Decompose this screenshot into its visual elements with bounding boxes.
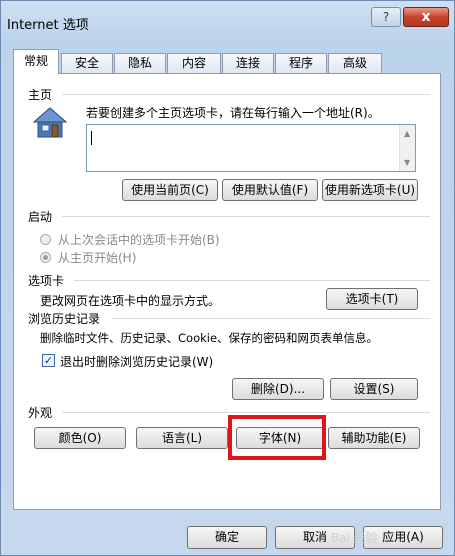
scrollbar[interactable]: ▲ ▼ <box>399 125 415 171</box>
languages-button[interactable]: 语言(L) <box>136 427 228 449</box>
startup-home-page-label: 从主页开始(H) <box>58 251 137 265</box>
startup-last-session-label: 从上次会话中的选项卡开始(B) <box>58 233 220 247</box>
tab-privacy[interactable]: 隐私 <box>114 53 166 73</box>
colors-button[interactable]: 颜色(O) <box>34 427 126 449</box>
window-title: Internet 选项 <box>7 18 89 33</box>
use-default-button[interactable]: 使用默认值(F) <box>222 179 318 201</box>
tab-content[interactable]: 内容 <box>167 53 221 73</box>
watermark: Bai 经验 <box>331 531 378 545</box>
delete-history-button[interactable]: 删除(D)... <box>232 378 324 400</box>
close-button[interactable]: x <box>403 7 449 27</box>
help-button[interactable]: ? <box>371 7 401 27</box>
tabs-description: 更改网页在选项卡中的显示方式。 <box>40 294 221 308</box>
tab-advanced[interactable]: 高级 <box>328 53 382 73</box>
title-bar[interactable]: Internet 选项 ? x <box>1 1 454 41</box>
startup-section-label: 启动 <box>28 210 53 224</box>
history-section-label: 浏览历史记录 <box>28 312 101 326</box>
home-page-address-input[interactable]: ▲ ▼ <box>86 124 416 172</box>
tab-connections[interactable]: 连接 <box>222 53 274 73</box>
divider <box>62 216 430 217</box>
use-new-tab-button[interactable]: 使用新选项卡(U) <box>322 179 418 201</box>
delete-on-exit-label: 退出时删除浏览历史记录(W) <box>60 355 214 369</box>
ok-button[interactable]: 确定 <box>187 526 267 549</box>
tab-security[interactable]: 安全 <box>61 53 113 73</box>
home-page-section-label: 主页 <box>28 88 53 102</box>
home-page-instruction: 若要创建多个主页选项卡，请在每行输入一个地址(R)。 <box>86 106 380 120</box>
delete-on-exit-checkbox[interactable]: ✓ <box>42 354 55 367</box>
scroll-up-icon[interactable]: ▲ <box>404 129 410 138</box>
accessibility-button[interactable]: 辅助功能(E) <box>328 427 420 449</box>
red-highlight-box <box>228 415 326 460</box>
history-settings-button[interactable]: 设置(S) <box>330 378 418 400</box>
general-tab-panel: 主页 若要创建多个主页选项卡，请在每行输入一个地址(R)。 ▲ ▼ 使用当前页(… <box>13 73 441 510</box>
divider <box>62 412 430 413</box>
startup-home-page-radio[interactable] <box>40 252 51 263</box>
text-cursor <box>91 131 92 145</box>
appearance-section-label: 外观 <box>28 406 53 420</box>
internet-options-dialog: Internet 选项 ? x 常规 安全 隐私 内容 连接 程序 高级 主页 … <box>0 0 455 556</box>
tabs-settings-button[interactable]: 选项卡(T) <box>326 288 418 310</box>
history-description: 删除临时文件、历史记录、Cookie、保存的密码和网页表单信息。 <box>40 331 379 345</box>
scroll-down-icon[interactable]: ▼ <box>404 158 410 167</box>
tab-general[interactable]: 常规 <box>13 49 59 74</box>
tabs-section-label: 选项卡 <box>28 274 65 288</box>
tab-programs[interactable]: 程序 <box>275 53 327 73</box>
startup-last-session-radio[interactable] <box>40 234 51 245</box>
divider <box>62 94 430 95</box>
use-current-button[interactable]: 使用当前页(C) <box>122 179 218 201</box>
divider <box>74 280 430 281</box>
house-icon <box>32 106 68 140</box>
divider <box>112 318 430 319</box>
